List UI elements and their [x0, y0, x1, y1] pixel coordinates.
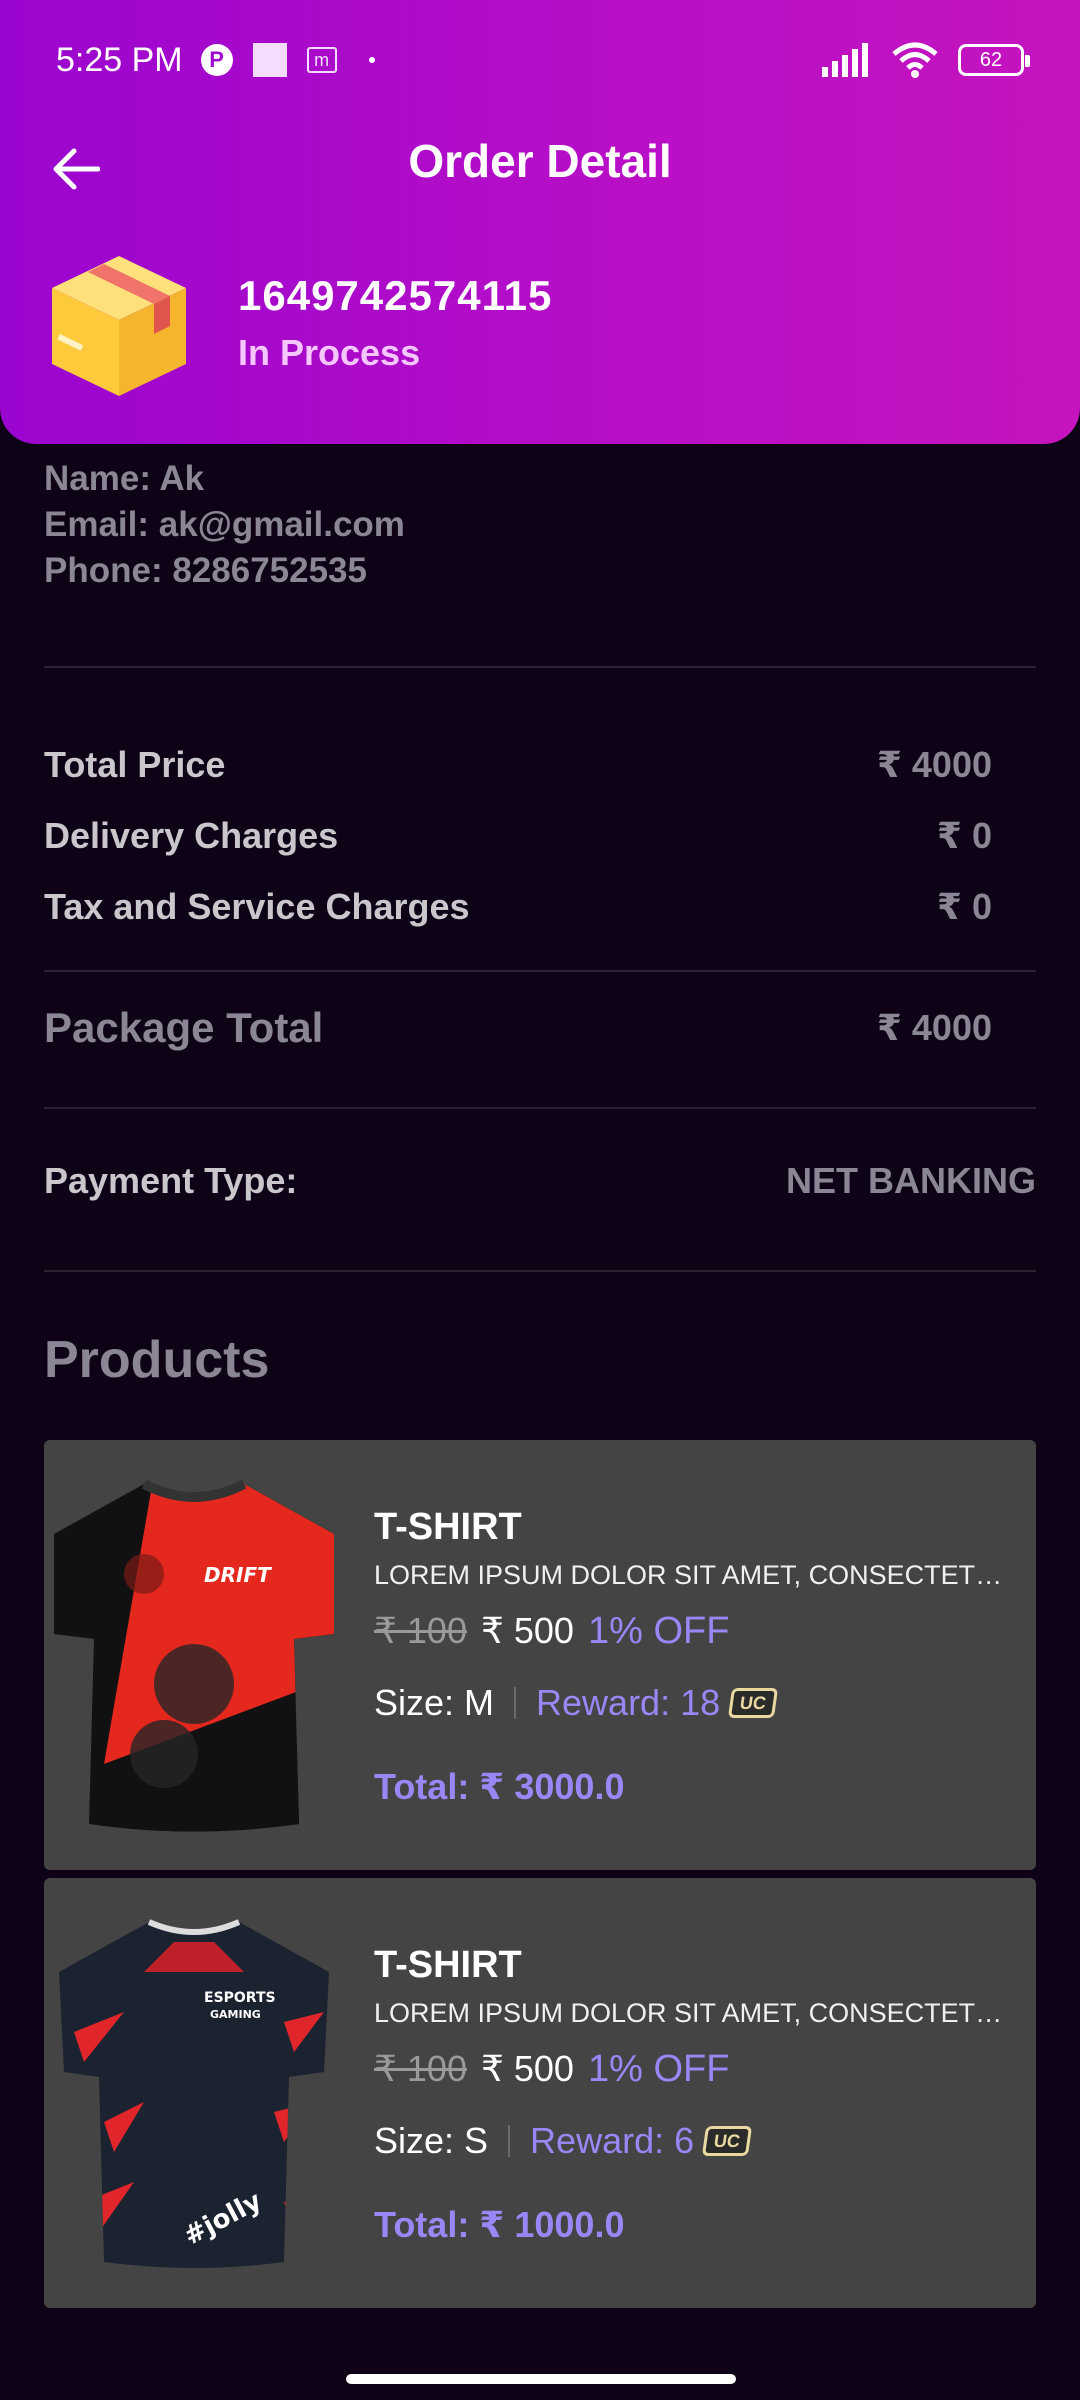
- tax-charges-row: Tax and Service Charges ₹ 0: [44, 886, 992, 928]
- tax-charges-value: ₹ 0: [936, 886, 992, 927]
- red-black-tshirt-image: DRIFT: [54, 1479, 334, 1832]
- customer-email: Email: ak@gmail.com: [44, 505, 405, 544]
- divider: [44, 666, 1036, 668]
- shirt-print-text: DRIFT: [204, 1563, 272, 1587]
- uc-badge-icon: UC: [728, 1688, 779, 1718]
- product-reward: Reward: 18 UC: [536, 1682, 779, 1724]
- customer-name: Name: Ak: [44, 459, 205, 498]
- original-price: ₹ 100: [374, 2048, 467, 2089]
- reward-text: Reward: 18: [536, 1682, 721, 1723]
- uc-badge-icon: UC: [702, 2126, 753, 2156]
- status-right: 62: [822, 42, 1030, 78]
- package-box-icon: [52, 256, 186, 396]
- discount-label: 1% OFF: [587, 2048, 730, 2090]
- product-total: Total: ₹ 3000.0: [374, 1766, 625, 1807]
- package-total-row: Package Total ₹ 4000: [44, 1004, 992, 1052]
- order-id: 1649742574115: [238, 272, 553, 319]
- shirt-print-text: ESPORTS: [204, 1990, 276, 2006]
- total-price-label: Total Price: [44, 744, 226, 785]
- page-title: Order Detail: [408, 135, 672, 187]
- product-reward: Reward: 6 UC: [530, 2120, 753, 2162]
- product-description: LOREM IPSUM DOLOR SIT AMET, CONSECTETUR …: [374, 1998, 1014, 2028]
- notification-icons: P m: [200, 43, 375, 77]
- signal-icon: [822, 43, 868, 77]
- customer-details: Name: Ak Email: ak@gmail.com Phone: 8286…: [44, 456, 405, 594]
- wifi-icon: [892, 42, 938, 78]
- square-notification-icon: [252, 43, 287, 77]
- product-description: LOREM IPSUM DOLOR SIT AMET, CONSECTETUR …: [374, 1560, 1014, 1590]
- more-notifications-icon: [368, 57, 375, 63]
- divider: [44, 970, 1036, 972]
- package-total-label: Package Total: [44, 1004, 324, 1051]
- product-meta: Size: S Reward: 6 UC: [374, 2120, 753, 2162]
- order-status: In Process: [238, 332, 421, 373]
- total-price-value: ₹ 4000: [876, 744, 992, 785]
- reward-text: Reward: 6: [530, 2120, 695, 2161]
- sale-price: ₹ 500: [480, 1610, 574, 1651]
- product-prices: ₹ 100 ₹ 500 1% OFF: [374, 1610, 729, 1653]
- meta-separator: [508, 2125, 511, 2157]
- products-title: Products: [44, 1331, 270, 1389]
- product-total: Total: ₹ 1000.0: [374, 2204, 625, 2245]
- sale-price: ₹ 500: [480, 2048, 574, 2089]
- original-price: ₹ 100: [374, 1610, 467, 1651]
- order-info: 1649742574115 In Process: [238, 272, 552, 374]
- divider: [44, 1107, 1036, 1109]
- payment-type-value: NET BANKING: [786, 1160, 1036, 1201]
- home-indicator[interactable]: [346, 2374, 736, 2384]
- battery-level: 62: [979, 48, 1003, 71]
- delivery-charges-label: Delivery Charges: [44, 815, 339, 856]
- discount-label: 1% OFF: [587, 1610, 730, 1652]
- customer-phone: Phone: 8286752535: [44, 551, 367, 590]
- product-name: T-SHIRT: [374, 1506, 522, 1548]
- status-bar: 5:25 PM P m 62: [0, 0, 1080, 120]
- header: 5:25 PM P m 62 Order Detail 164974257411…: [0, 0, 1080, 444]
- order-summary: 1649742574115 In Process: [44, 248, 552, 398]
- product-prices: ₹ 100 ₹ 500 1% OFF: [374, 2048, 729, 2091]
- meta-separator: [514, 1687, 517, 1719]
- esports-jersey-image: ESPORTS GAMING #jolly: [59, 1919, 329, 2268]
- tax-charges-label: Tax and Service Charges: [44, 886, 470, 927]
- product-size: Size: M: [374, 1682, 495, 1723]
- delivery-charges-value: ₹ 0: [936, 815, 992, 856]
- payment-type-row: Payment Type: NET BANKING: [44, 1160, 1036, 1202]
- product-size: Size: S: [374, 2120, 489, 2161]
- product-meta: Size: M Reward: 18 UC: [374, 1682, 779, 1724]
- battery-icon: 62: [958, 44, 1030, 76]
- order-detail-screen: 5:25 PM P m 62 Order Detail 164974257411…: [0, 0, 1080, 2400]
- top-app-bar: Order Detail: [0, 120, 1080, 210]
- package-total-value: ₹ 4000: [876, 1007, 992, 1048]
- delivery-charges-row: Delivery Charges ₹ 0: [44, 815, 992, 857]
- shirt-print-text: GAMING: [210, 2008, 261, 2021]
- app-notification-icon: P: [200, 44, 233, 76]
- product-card[interactable]: ESPORTS GAMING #jolly T-SHIRT LOREM IPSU…: [44, 1878, 1036, 2308]
- divider: [44, 1270, 1036, 1272]
- m-notification-icon: m: [306, 47, 337, 73]
- status-time: 5:25 PM: [56, 40, 183, 79]
- product-card[interactable]: DRIFT T-SHIRT LOREM IPSUM DOLOR SIT AMET…: [44, 1440, 1036, 1870]
- total-price-row: Total Price ₹ 4000: [44, 744, 992, 786]
- product-name: T-SHIRT: [374, 1944, 522, 1986]
- payment-type-label: Payment Type:: [44, 1160, 298, 1201]
